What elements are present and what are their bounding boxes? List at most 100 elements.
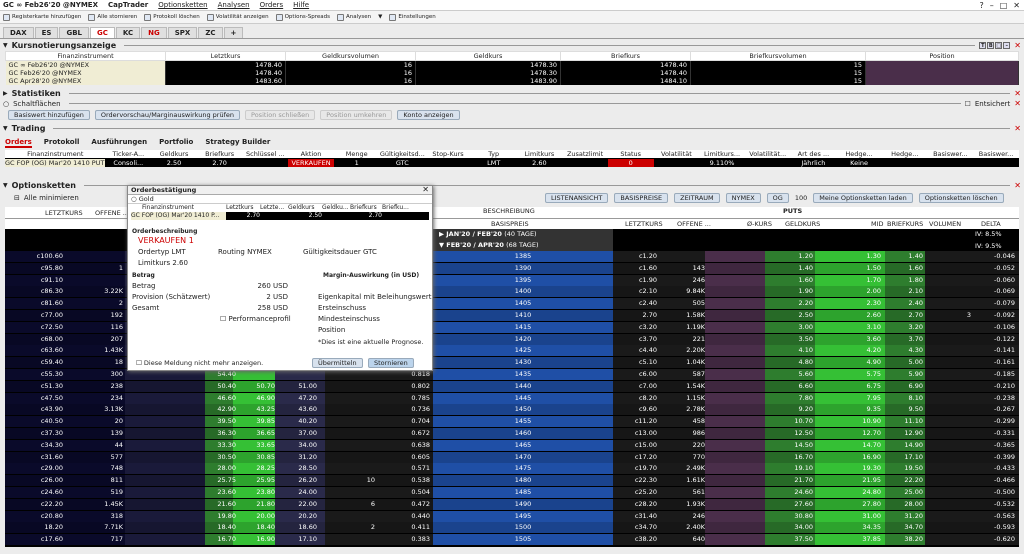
- col-header[interactable]: Zusatzlimit: [562, 150, 608, 158]
- tab-add[interactable]: +: [223, 27, 244, 38]
- add-underlying-button[interactable]: Basiswert hinzufügen: [8, 110, 90, 120]
- menu-analysen[interactable]: Analysen: [218, 1, 250, 9]
- menu-orders[interactable]: Orders: [260, 1, 284, 9]
- table-row[interactable]: 18.20 7.71K 18.40 18.40 18.60 2 0.411 1500 c34.7…: [5, 522, 1019, 534]
- table-row[interactable]: c43.90 3.13K 42.90 43.25 43.60 0.736 1450 c9.60…: [5, 404, 1019, 416]
- col-header[interactable]: Aktion: [288, 150, 334, 158]
- col-header[interactable]: Hedge...: [882, 150, 928, 158]
- collapse-icon[interactable]: ▼: [3, 125, 8, 132]
- table-row[interactable]: c40.50 20 39.50 39.85 40.20 0.704 1455 c11.20 45…: [5, 416, 1019, 428]
- col-header[interactable]: Typ: [471, 150, 517, 158]
- col-header[interactable]: Geldkurs: [288, 204, 322, 212]
- close-icon[interactable]: ✕: [1014, 99, 1021, 108]
- b-icon[interactable]: B: [987, 42, 995, 49]
- minimize-icon[interactable]: –: [990, 1, 994, 10]
- col-header[interactable]: Finanzinstrument: [5, 150, 105, 158]
- delete-chains-button[interactable]: Optionsketten löschen: [918, 193, 1004, 203]
- expand-icon[interactable]: ▶: [3, 90, 8, 97]
- col-header[interactable]: Briefku...: [382, 204, 410, 212]
- col-header[interactable]: Ticker-A...: [105, 150, 151, 158]
- class-dropdown[interactable]: OG: [766, 193, 789, 203]
- table-row[interactable]: GC ∞ Feb26'20 @NYMEX 1478.40 16 1478.30 1478…: [5, 60, 1019, 69]
- col-header[interactable]: Geldkurs: [415, 51, 561, 61]
- col-header[interactable]: Gültigkeitsd...: [380, 150, 426, 158]
- close-icon[interactable]: ✕: [1014, 181, 1021, 190]
- table-row[interactable]: c20.80 318 19.80 20.00 20.20 0.440 1495 c31.40 2…: [5, 510, 1019, 522]
- col-header[interactable]: Finanzinstrument: [5, 51, 166, 61]
- col-header[interactable]: Letztkurs: [165, 51, 286, 61]
- tab-spx[interactable]: SPX: [167, 27, 198, 38]
- table-row[interactable]: c29.00 748 28.00 28.25 28.50 0.571 1475 c19.70 2…: [5, 463, 1019, 475]
- exchange-dropdown[interactable]: NYMEX: [725, 193, 761, 203]
- close-icon[interactable]: ✕: [1014, 41, 1021, 50]
- col-header[interactable]: VOLUMEN: [929, 220, 961, 228]
- option-spreads-button[interactable]: Options-Spreads: [275, 13, 330, 21]
- close-icon[interactable]: ✕: [1013, 1, 1020, 10]
- tab-protokoll[interactable]: Protokoll: [44, 138, 80, 148]
- table-row[interactable]: c47.50 234 46.60 46.90 47.20 0.785 1445 c8.20 1.…: [5, 392, 1019, 404]
- table-row[interactable]: c22.20 1.45K 21.60 21.80 22.00 6 0.472 1490 c28.…: [5, 498, 1019, 510]
- col-header[interactable]: Volatilität: [654, 150, 700, 158]
- col-header[interactable]: Geldkursvolumen: [285, 51, 416, 61]
- performance-checkbox[interactable]: ☐ Performanceprofil: [220, 315, 291, 323]
- col-header[interactable]: OFFENE ...: [95, 209, 129, 217]
- col-header[interactable]: Limitkurs...: [699, 150, 745, 158]
- col-header[interactable]: Briefkurs: [350, 204, 382, 212]
- col-header[interactable]: GELDKURS: [785, 220, 820, 228]
- col-header[interactable]: Briefkurs: [560, 51, 691, 61]
- col-header[interactable]: Stop-Kurs: [425, 150, 471, 158]
- col-header[interactable]: OFFENE ...: [677, 220, 711, 228]
- strikes-dropdown[interactable]: BASISPREISE: [614, 193, 669, 203]
- tab-orders[interactable]: Orders: [5, 138, 32, 148]
- col-header[interactable]: Geldku...: [322, 204, 350, 212]
- strike-count[interactable]: 100: [795, 194, 807, 202]
- table-row[interactable]: c17.60 717 16.70 16.90 17.10 0.383 1505 c38.20 6…: [5, 534, 1019, 546]
- col-header[interactable]: Geldkurs: [151, 150, 197, 158]
- order-row[interactable]: GC FOP (OG) Mar'20 1410 PUT @NYMEX Consol…: [5, 158, 1019, 167]
- col-header[interactable]: Menge: [334, 150, 380, 158]
- col-header[interactable]: Briefkursvolumen: [690, 51, 866, 61]
- lock-checkbox[interactable]: ☐: [965, 100, 971, 108]
- tab-portfolio[interactable]: Portfolio: [159, 138, 193, 148]
- tab-gc[interactable]: GC: [90, 27, 115, 38]
- table-row[interactable]: c51.30 238 50.40 50.70 51.00 0.802 1440 c7.00 1.…: [5, 380, 1019, 392]
- col-header[interactable]: Letztkurs: [226, 204, 260, 212]
- tab-es[interactable]: ES: [34, 27, 59, 38]
- tab-strategy-builder[interactable]: Strategy Builder: [205, 138, 270, 148]
- help-icon[interactable]: ?: [979, 1, 983, 10]
- cancel-order-button[interactable]: Stornieren: [368, 358, 414, 368]
- filter-button[interactable]: ▼: [378, 14, 382, 20]
- table-row[interactable]: c24.60 519 23.60 23.80 24.00 0.504 1485 c25.20 5…: [5, 487, 1019, 498]
- maximize-icon[interactable]: □: [1000, 1, 1008, 10]
- load-chains-button[interactable]: Meine Optionsketten laden: [813, 193, 913, 203]
- col-header[interactable]: Letzte...: [260, 204, 288, 212]
- table-row[interactable]: c31.60 577 30.50 30.85 31.20 0.605 1470 c17.20 7…: [5, 451, 1019, 463]
- col-header[interactable]: Art des ...: [791, 150, 837, 158]
- tab-zc[interactable]: ZC: [198, 27, 223, 38]
- col-header[interactable]: Basiswer...: [973, 150, 1019, 158]
- timeframe-dropdown[interactable]: ZEITRAUM: [674, 193, 720, 203]
- col-header[interactable]: BASISPREIS: [491, 220, 529, 228]
- order-preview-button[interactable]: Ordervorschau/Marginauswirkung prüfen: [94, 110, 241, 120]
- col-header[interactable]: Volatilität...: [745, 150, 791, 158]
- tab-dax[interactable]: DAX: [3, 27, 34, 38]
- col-header[interactable]: Status: [608, 150, 654, 158]
- minimize-all[interactable]: ⊟ Alle minimieren: [14, 194, 79, 202]
- menu-hilfe[interactable]: Hilfe: [293, 1, 309, 9]
- expiry-row-1[interactable]: ▶ JAN'20 / FEB'20 (40 TAGE): [433, 229, 613, 240]
- col-header[interactable]: Briefkurs: [197, 150, 243, 158]
- t-icon[interactable]: T: [979, 42, 987, 49]
- tab-kc[interactable]: KC: [115, 27, 141, 38]
- settings-button[interactable]: Einstellungen: [389, 13, 436, 21]
- col-header[interactable]: BESCHREIBUNG: [483, 207, 535, 215]
- show-account-button[interactable]: Konto anzeigen: [397, 110, 460, 120]
- table-row[interactable]: c37.30 139 36.30 36.65 37.00 0.672 1460 c13.00 9…: [5, 428, 1019, 439]
- tab-ng[interactable]: NG: [141, 27, 167, 38]
- expiry-row-2[interactable]: ▼ FEB'20 / APR'20 (68 TAGE): [433, 240, 613, 251]
- col-header[interactable]: MID: [871, 220, 884, 228]
- show-volatility-button[interactable]: Volatilität anzeigen: [206, 13, 269, 21]
- menu-optionsketten[interactable]: Optionsketten: [158, 1, 207, 9]
- collapse-icon[interactable]: ▼: [3, 182, 8, 189]
- col-header[interactable]: LETZTKURS: [625, 220, 663, 228]
- close-icon[interactable]: ✕: [1014, 89, 1021, 98]
